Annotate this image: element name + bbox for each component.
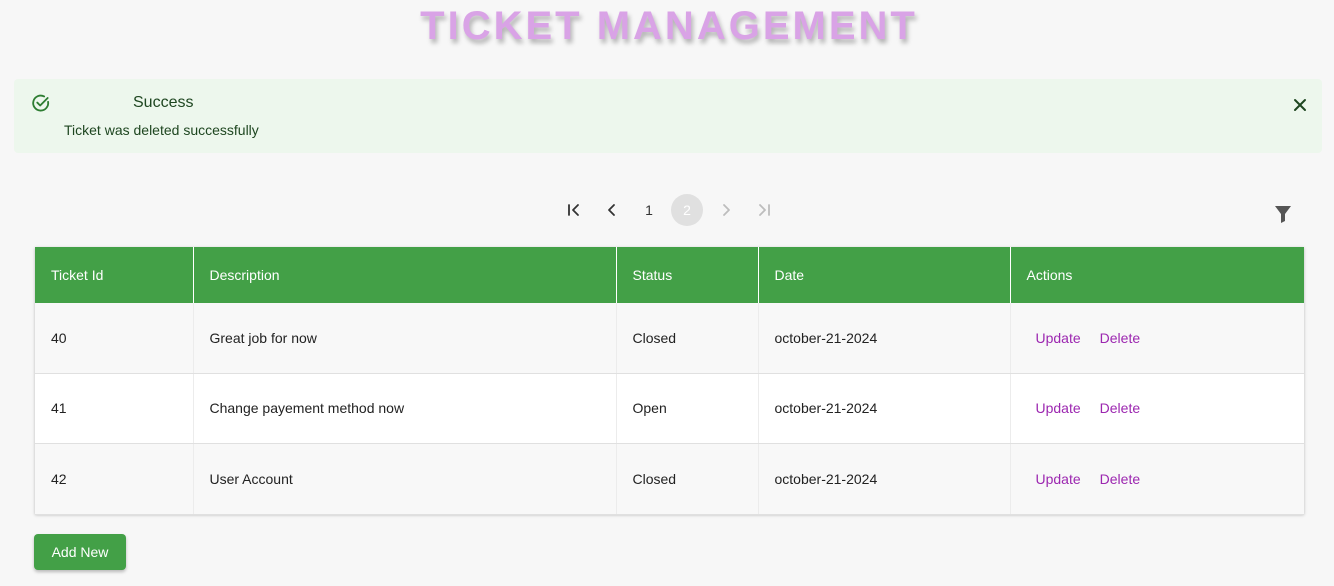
last-page-button[interactable]: [748, 194, 780, 226]
update-button[interactable]: Update: [1028, 465, 1089, 493]
date-cell: october-21-2024: [758, 373, 1011, 444]
page-button-2[interactable]: 2: [671, 194, 703, 226]
actions-cell: Update Delete: [1010, 373, 1304, 444]
alert-message: Ticket was deleted successfully: [64, 122, 259, 138]
update-button[interactable]: Update: [1028, 324, 1089, 352]
column-header-actions: Actions: [1010, 247, 1304, 303]
ticket-id-cell: 41: [35, 373, 194, 444]
column-header-status: Status: [616, 247, 759, 303]
column-header-description: Description: [193, 247, 617, 303]
table-row: 42 User Account Closed october-21-2024 U…: [35, 443, 1304, 515]
column-header-date: Date: [758, 247, 1011, 303]
description-cell: Great job for now: [193, 303, 617, 374]
table-row: 40 Great job for now Closed october-21-2…: [35, 303, 1304, 374]
next-page-button[interactable]: [710, 194, 742, 226]
delete-button[interactable]: Delete: [1092, 324, 1148, 352]
table-header-row: Ticket Id Description Status Date Action…: [35, 247, 1304, 303]
check-circle-icon: [32, 94, 50, 112]
description-cell: User Account: [193, 443, 617, 515]
alert-title: Success: [133, 94, 194, 111]
chevron-right-icon: [723, 204, 730, 216]
column-header-ticket-id: Ticket Id: [35, 247, 194, 303]
first-page-button[interactable]: [558, 194, 590, 226]
first-page-icon: [568, 204, 579, 216]
actions-cell: Update Delete: [1010, 303, 1304, 374]
chevron-left-icon: [608, 204, 615, 216]
table-row: 41 Change payement method now Open octob…: [35, 373, 1304, 444]
description-cell: Change payement method now: [193, 373, 617, 444]
status-cell: Open: [616, 373, 759, 444]
delete-button[interactable]: Delete: [1092, 394, 1148, 422]
ticket-id-cell: 40: [35, 303, 194, 374]
page-button-1[interactable]: 1: [633, 194, 665, 226]
filter-icon[interactable]: [1271, 202, 1295, 226]
tickets-table: Ticket Id Description Status Date Action…: [35, 247, 1304, 515]
last-page-icon: [759, 204, 770, 216]
date-cell: october-21-2024: [758, 303, 1011, 374]
success-alert: [14, 79, 1322, 153]
page-title: TICKET MANAGEMENT: [420, 4, 918, 48]
delete-button[interactable]: Delete: [1092, 465, 1148, 493]
previous-page-button[interactable]: [596, 194, 628, 226]
close-icon[interactable]: [1290, 95, 1310, 115]
status-cell: Closed: [616, 303, 759, 374]
update-button[interactable]: Update: [1028, 394, 1089, 422]
ticket-id-cell: 42: [35, 443, 194, 515]
status-cell: Closed: [616, 443, 759, 515]
add-new-button[interactable]: Add New: [34, 534, 126, 570]
date-cell: october-21-2024: [758, 443, 1011, 515]
actions-cell: Update Delete: [1010, 443, 1304, 515]
